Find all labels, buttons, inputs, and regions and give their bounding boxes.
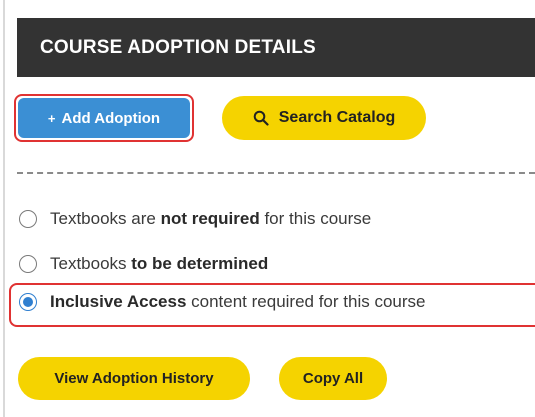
option-not-required[interactable]: Textbooks are not required for this cour…: [19, 209, 371, 229]
radio-not-required[interactable]: [19, 210, 37, 228]
copy-all-button[interactable]: Copy All: [279, 357, 387, 400]
course-adoption-panel: COURSE ADOPTION DETAILS + Add Adoption S…: [0, 0, 535, 417]
option-to-be-determined-label: Textbooks to be determined: [50, 254, 269, 273]
option-inclusive-access[interactable]: Inclusive Access content required for th…: [19, 292, 425, 312]
option-inclusive-access-label: Inclusive Access content required for th…: [50, 292, 426, 311]
option-to-be-determined[interactable]: Textbooks to be determined: [19, 254, 268, 274]
option-not-required-label: Textbooks are not required for this cour…: [50, 209, 372, 228]
search-catalog-button[interactable]: Search Catalog: [222, 96, 426, 140]
plus-icon: +: [47, 110, 56, 126]
left-divider: [3, 0, 5, 417]
add-adoption-label: Add Adoption: [61, 109, 161, 127]
section-title: COURSE ADOPTION DETAILS: [40, 36, 316, 58]
search-catalog-label: Search Catalog: [278, 109, 396, 126]
radio-inclusive-access[interactable]: [19, 293, 37, 311]
radio-to-be-determined[interactable]: [19, 255, 37, 273]
section-header: COURSE ADOPTION DETAILS: [17, 18, 535, 77]
search-icon: [253, 110, 269, 126]
dashed-divider: [17, 172, 535, 174]
view-adoption-history-button[interactable]: View Adoption History: [18, 357, 250, 400]
add-adoption-button[interactable]: + Add Adoption: [18, 98, 190, 138]
